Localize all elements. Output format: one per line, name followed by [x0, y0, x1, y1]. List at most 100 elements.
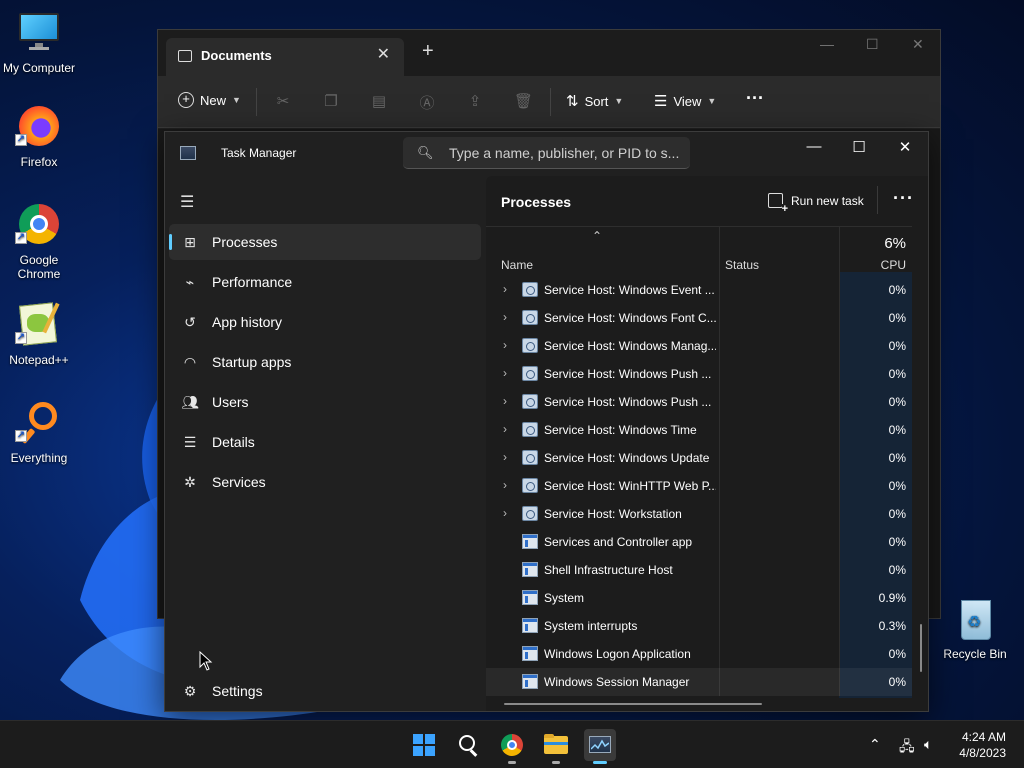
nav-item-startup-apps[interactable]: ◠ Startup apps [169, 344, 481, 380]
share-icon[interactable]: ⇪ [466, 92, 484, 110]
process-row[interactable]: › Service Host: WinHTTP Web P... 0% [486, 472, 912, 500]
maximize-icon[interactable]: ☐ [866, 36, 879, 53]
minimize-icon[interactable]: — [820, 36, 834, 52]
expand-chevron-icon[interactable]: › [503, 394, 507, 408]
explorer-tab-documents[interactable]: Documents ✕ [166, 38, 404, 76]
expand-chevron-icon[interactable]: › [503, 450, 507, 464]
view-button[interactable]: ☰ View ▼ [654, 92, 716, 110]
sort-button[interactable]: ⇅ Sort ▼ [566, 92, 623, 110]
toolbar-divider [550, 88, 551, 116]
search-input[interactable] [449, 143, 679, 163]
process-row[interactable]: Services and Controller app 0% [486, 528, 912, 556]
close-icon[interactable]: ✕ [912, 36, 924, 53]
taskbar-chrome-button[interactable] [496, 729, 528, 764]
search-icon: 🔍︎ [417, 145, 434, 160]
recycle-bin-icon: ♻ [951, 596, 999, 644]
expand-chevron-icon[interactable]: › [503, 338, 507, 352]
process-row[interactable]: › Service Host: Windows Font C... 0% [486, 304, 912, 332]
process-row[interactable]: › Service Host: Windows Manag... 0% [486, 332, 912, 360]
new-tab-button[interactable]: + [422, 40, 434, 63]
hamburger-menu-icon[interactable]: ☰ [180, 192, 194, 212]
running-indicator [508, 761, 516, 764]
desktop-icon-google-chrome[interactable]: ↗ Google Chrome [0, 202, 78, 281]
more-options-icon[interactable]: ··· [746, 88, 764, 109]
column-header-name[interactable]: Name [501, 258, 533, 272]
expand-chevron-icon[interactable]: › [503, 478, 507, 492]
new-button[interactable]: + New ▼ [178, 92, 241, 108]
process-row[interactable]: › Service Host: Windows Time 0% [486, 416, 912, 444]
clock[interactable]: 4:24 AM 4/8/2023 [959, 729, 1006, 761]
service-host-icon [522, 394, 538, 409]
expand-chevron-icon[interactable]: › [503, 506, 507, 520]
desktop-icon-firefox[interactable]: ↗ Firefox [0, 104, 78, 169]
process-row[interactable]: › Service Host: Windows Push ... 0% [486, 388, 912, 416]
nav-item-performance[interactable]: ⌁ Performance [169, 264, 481, 300]
taskbar-task-manager-button[interactable] [584, 729, 616, 764]
nav-item-details[interactable]: ☰ Details [169, 424, 481, 460]
nav-item-app-history[interactable]: ↺ App history [169, 304, 481, 340]
search-icon [459, 735, 475, 751]
desktop-icon-everything[interactable]: ↗ Everything [0, 400, 78, 465]
process-cpu: 0% [888, 423, 906, 437]
process-row[interactable]: › Service Host: Windows Update 0% [486, 444, 912, 472]
paste-icon[interactable]: ▤ [370, 92, 388, 110]
run-new-task-button[interactable]: Run new task [768, 193, 864, 214]
view-label: View [673, 93, 702, 109]
task-manager-logo-icon [180, 146, 196, 160]
copy-icon[interactable]: ❐ [322, 92, 340, 110]
nav-item-processes[interactable]: ⊞ Processes [169, 224, 481, 260]
process-row[interactable]: Windows Session Manager 0% [486, 668, 912, 696]
process-row[interactable]: › Service Host: Windows Event ... 0% [486, 276, 912, 304]
vertical-scrollbar[interactable] [920, 624, 922, 672]
process-row[interactable]: Shell Infrastructure Host 0% [486, 556, 912, 584]
process-name: Service Host: Windows Font C... [544, 311, 716, 325]
task-manager-window[interactable]: Task Manager 🔍︎ — ☐ ✕ ☰ ⊞ Processes ⌁ Pe… [164, 131, 929, 712]
delete-icon[interactable]: 🗑 [514, 92, 533, 110]
process-name: Service Host: WinHTTP Web P... [544, 479, 716, 493]
services-icon: ✲ [184, 474, 196, 490]
desktop-icon-notepad-plus-plus[interactable]: ↗ Notepad++ [0, 302, 78, 367]
horizontal-scrollbar[interactable] [504, 703, 762, 705]
process-row[interactable]: › Service Host: Windows Push ... 0% [486, 360, 912, 388]
maximize-icon[interactable]: ☐ [849, 138, 869, 156]
taskbar-file-explorer-button[interactable] [540, 729, 572, 764]
service-host-icon [522, 478, 538, 493]
network-icon[interactable]: 🖧︎ [899, 736, 915, 760]
process-name: Windows Logon Application [544, 647, 691, 661]
process-name: Service Host: Windows Manag... [544, 339, 716, 353]
show-hidden-icons-chevron-up-icon[interactable]: ⌃ [869, 736, 881, 753]
column-header-status[interactable]: Status [725, 258, 759, 272]
process-row[interactable]: › Service Host: Workstation 0% [486, 500, 912, 528]
history-icon: ↺ [184, 314, 196, 330]
cut-icon[interactable]: ✂ [274, 92, 292, 110]
expand-chevron-icon[interactable]: › [503, 310, 507, 324]
desktop-icon-recycle-bin[interactable]: ♻ Recycle Bin [936, 596, 1014, 661]
nav-item-services[interactable]: ✲ Services [169, 464, 481, 500]
process-row[interactable]: System interrupts 0.3% [486, 612, 912, 640]
search-box[interactable]: 🔍︎ [403, 137, 690, 169]
toolbar-divider [877, 186, 878, 214]
expand-chevron-icon[interactable]: › [503, 422, 507, 436]
volume-icon[interactable]: 🔈︎ [924, 736, 932, 753]
users-icon: 👥︎ [181, 394, 199, 410]
nav-label: Services [212, 474, 266, 490]
rename-icon[interactable]: Ⓐ [418, 92, 436, 112]
desktop-icon-my-computer[interactable]: My Computer [0, 10, 78, 75]
process-row[interactable]: System 0.9% [486, 584, 912, 612]
close-tab-icon[interactable]: ✕ [377, 44, 390, 64]
taskbar-search-button[interactable] [452, 729, 484, 761]
processes-icon: ⊞ [184, 234, 196, 250]
more-options-icon[interactable]: ··· [893, 188, 914, 209]
nav-item-settings[interactable]: ⚙ Settings [169, 673, 481, 709]
process-cpu: 0% [888, 675, 906, 689]
start-button[interactable] [408, 729, 440, 761]
close-icon[interactable]: ✕ [895, 138, 915, 156]
column-header-cpu[interactable]: CPU [881, 258, 906, 272]
expand-chevron-icon[interactable]: › [503, 282, 507, 296]
expand-chevron-icon[interactable]: › [503, 366, 507, 380]
nav-item-users[interactable]: 👥︎ Users [169, 384, 481, 420]
process-row[interactable]: Windows Logon Application 0% [486, 640, 912, 668]
minimize-icon[interactable]: — [804, 138, 824, 155]
process-cpu: 0% [888, 395, 906, 409]
process-cpu: 0.9% [878, 591, 906, 605]
